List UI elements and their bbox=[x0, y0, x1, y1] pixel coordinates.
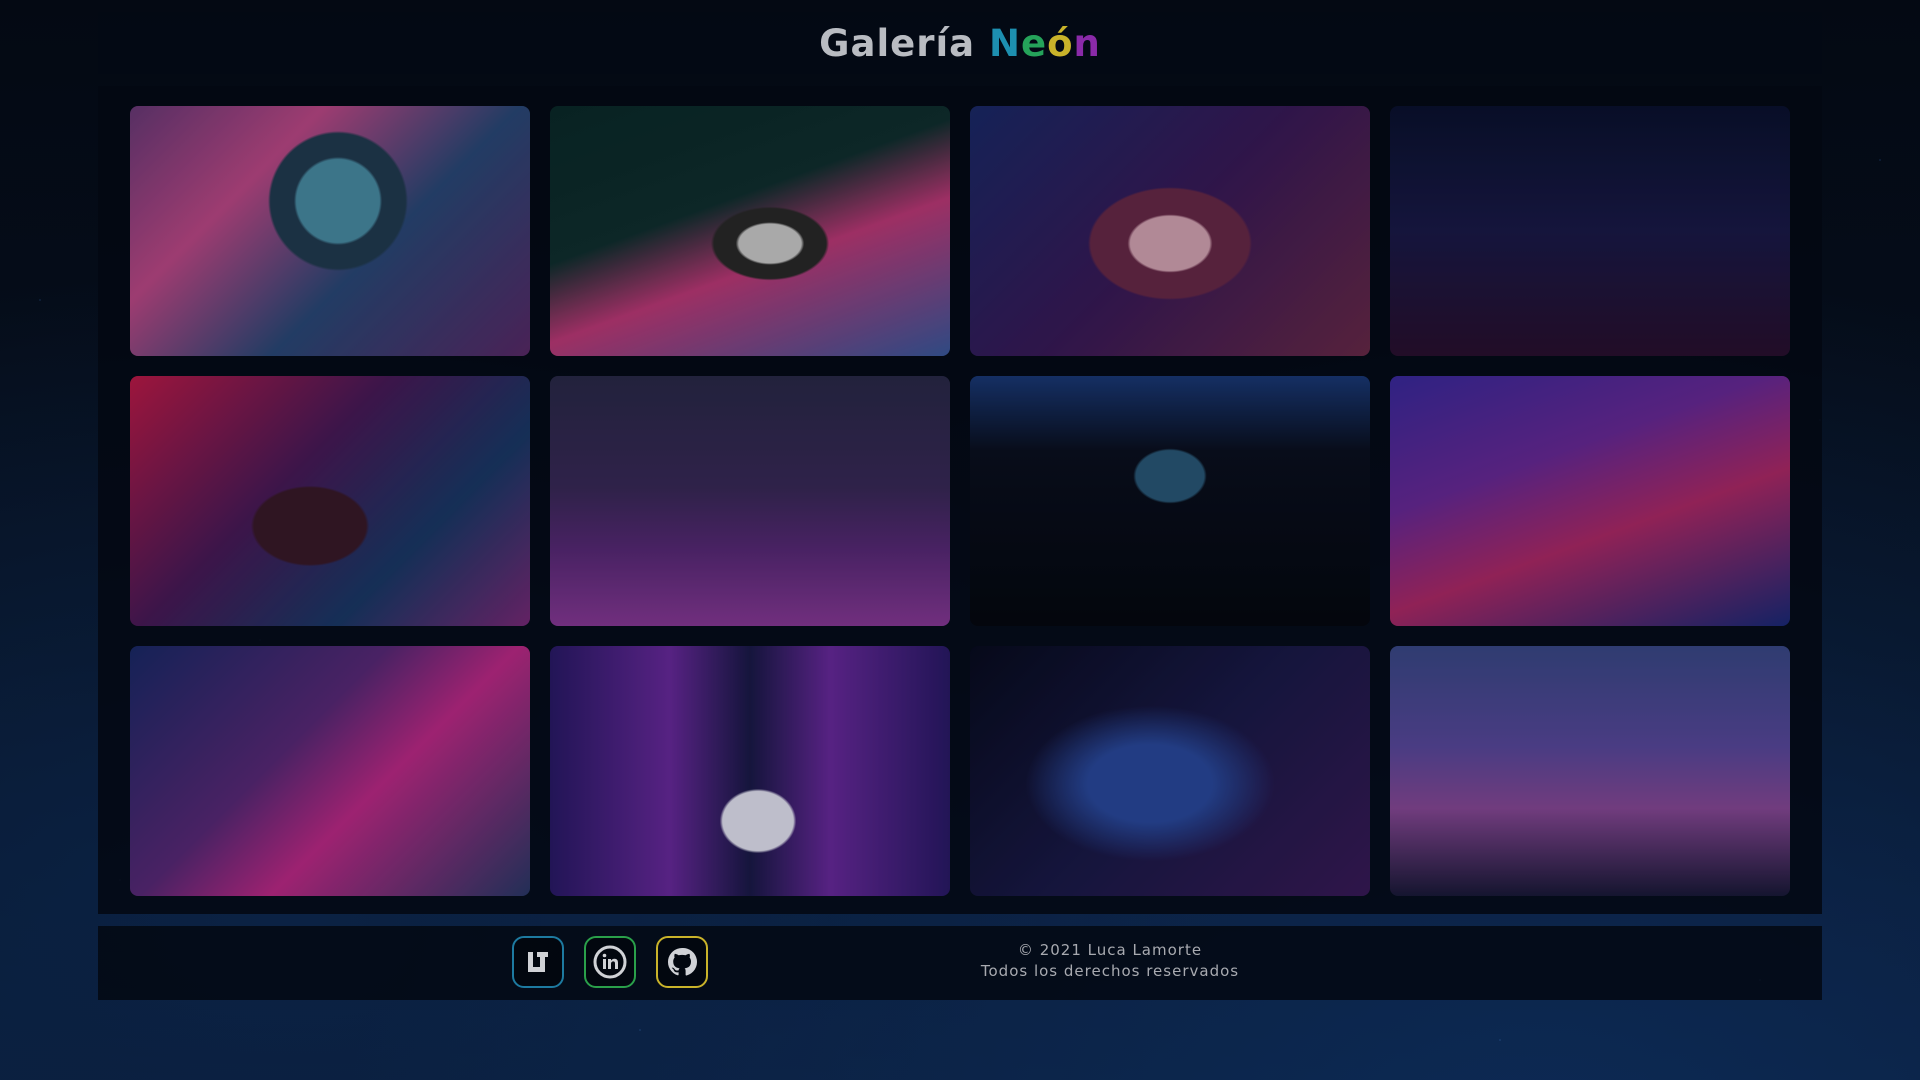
gallery-image-neon-street[interactable] bbox=[130, 646, 530, 896]
gallery-image-arcade-machines[interactable] bbox=[1390, 376, 1790, 626]
page-header: Galería Neón bbox=[98, 12, 1822, 74]
gallery-image-camera[interactable] bbox=[550, 106, 950, 356]
gallery-image-space-figure[interactable] bbox=[970, 646, 1370, 896]
gallery-image-all-night-long[interactable] bbox=[130, 376, 530, 626]
title-letter-n2: n bbox=[1073, 21, 1101, 65]
title-word-galeria: Galería bbox=[819, 21, 990, 65]
gallery-image-girl-headphones[interactable] bbox=[970, 106, 1370, 356]
gallery-grid bbox=[130, 106, 1790, 896]
gallery-image-skyline[interactable] bbox=[1390, 106, 1790, 356]
gallery-image-light-beams[interactable] bbox=[1390, 646, 1790, 896]
copyright-text: © 2021 Luca Lamorte bbox=[1017, 941, 1203, 959]
rights-text: Todos los derechos reservados bbox=[980, 962, 1240, 980]
image-gallery bbox=[98, 86, 1822, 914]
title-letter-e: e bbox=[1021, 21, 1048, 65]
gallery-image-arcade-room[interactable] bbox=[970, 376, 1370, 626]
gallery-image-arcade-corridor[interactable] bbox=[550, 646, 950, 896]
page-title: Galería Neón bbox=[819, 22, 1101, 65]
title-letter-o: ó bbox=[1047, 21, 1074, 65]
page-footer: © 2021 Luca Lamorte Todos los derechos r… bbox=[98, 926, 1822, 1000]
gallery-image-purple-city[interactable] bbox=[550, 376, 950, 626]
gallery-image-astronaut[interactable] bbox=[130, 106, 530, 356]
title-letter-n: N bbox=[989, 21, 1021, 65]
copyright-block: © 2021 Luca Lamorte Todos los derechos r… bbox=[98, 940, 1822, 982]
